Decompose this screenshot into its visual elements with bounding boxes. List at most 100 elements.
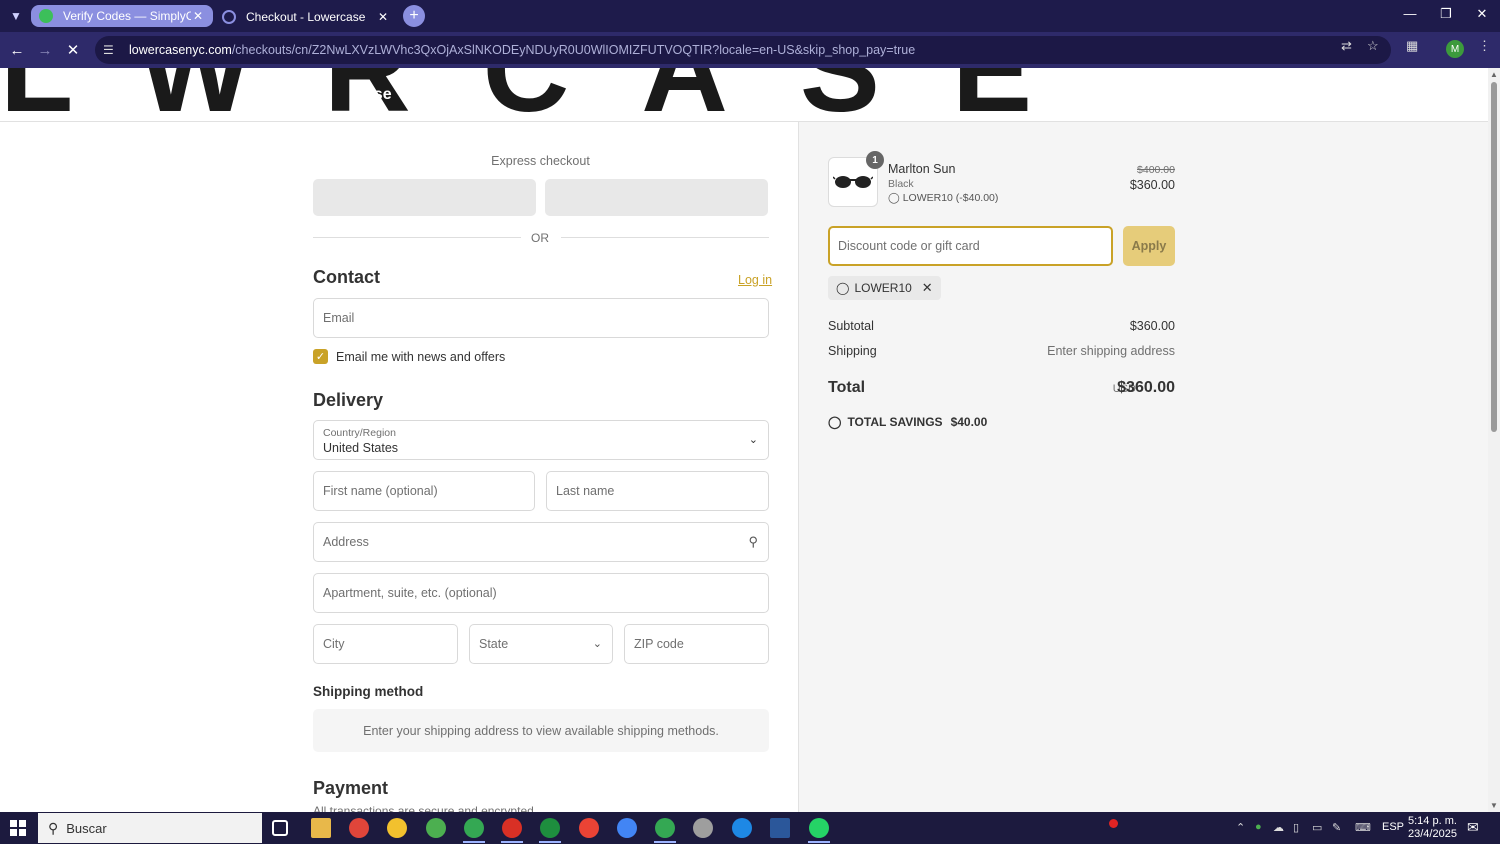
- chrome-profile-icon[interactable]: [617, 818, 637, 838]
- email-field[interactable]: Email: [313, 298, 769, 338]
- profile-avatar[interactable]: M: [1446, 40, 1464, 58]
- site-info-icon[interactable]: ☰: [103, 43, 119, 57]
- last-name-field[interactable]: Last name: [546, 471, 769, 511]
- first-name-field[interactable]: First name (optional): [313, 471, 535, 511]
- zip-field[interactable]: ZIP code: [624, 624, 769, 664]
- new-tab-plus-icon[interactable]: +: [403, 5, 425, 27]
- active-app-indicator: [501, 841, 523, 843]
- notification-center-icon[interactable]: ✉: [1467, 819, 1479, 836]
- chrome-profile-icon[interactable]: [579, 818, 599, 838]
- login-link[interactable]: Log in: [738, 273, 772, 287]
- tray-pen-icon[interactable]: ✎: [1332, 821, 1341, 834]
- forward-arrow-icon[interactable]: →: [35, 40, 55, 60]
- apartment-field[interactable]: Apartment, suite, etc. (optional): [313, 573, 769, 613]
- remove-code-close-icon[interactable]: ✕: [922, 280, 933, 296]
- address-placeholder: Address: [323, 535, 369, 549]
- country-select[interactable]: Country/Region United States ⌄: [313, 420, 769, 460]
- active-app-indicator: [539, 841, 561, 843]
- chrome-profile-icon[interactable]: [426, 818, 446, 838]
- bookmark-star-icon[interactable]: ☆: [1367, 38, 1379, 54]
- tray-app-icon[interactable]: ●: [1255, 821, 1262, 833]
- state-select[interactable]: State ⌄: [469, 624, 613, 664]
- discount-code-input[interactable]: Discount code or gift card: [828, 226, 1113, 266]
- scroll-up-arrow-icon[interactable]: ▲: [1490, 70, 1498, 79]
- price-original: $400.00: [1137, 164, 1175, 176]
- banner-logo-art: LWRCASE: [0, 68, 1104, 121]
- taskbar-search[interactable]: ⚲ Buscar: [38, 813, 262, 843]
- applied-code-chip: ◯ LOWER10 ✕: [828, 276, 941, 300]
- edge-icon[interactable]: [732, 818, 752, 838]
- subtotal-label: Subtotal: [828, 319, 874, 333]
- chrome-profile-icon[interactable]: [655, 818, 675, 838]
- chrome-icon[interactable]: [387, 818, 407, 838]
- savings-value: $40.00: [950, 415, 988, 429]
- newsletter-label: Email me with news and offers: [336, 350, 506, 364]
- taskbar-clock[interactable]: 5:14 p. m. 23/4/2025: [1408, 815, 1457, 841]
- address-field[interactable]: Address ⚲: [313, 522, 769, 562]
- scroll-thumb[interactable]: [1491, 82, 1497, 432]
- state-placeholder: State: [479, 637, 509, 651]
- total-label: Total: [828, 379, 866, 396]
- shipping-label: Shipping: [828, 344, 877, 358]
- city-field[interactable]: City: [313, 624, 458, 664]
- banner-brand-text[interactable]: case: [356, 86, 392, 104]
- extensions-puzzle-icon[interactable]: ▦: [1406, 38, 1418, 54]
- tab-checkout-lowercase[interactable]: Checkout - Lowercase ✕: [214, 4, 398, 30]
- chrome-profile-icon[interactable]: [464, 818, 484, 838]
- chrome-profile-icon[interactable]: [693, 818, 713, 838]
- tab-search-chevron-icon[interactable]: ▼: [6, 6, 26, 26]
- tab-title: Checkout - Lowercase: [246, 10, 366, 24]
- chrome-profile-icon[interactable]: [540, 818, 560, 838]
- newsletter-checkbox[interactable]: ✓: [313, 349, 328, 364]
- active-app-indicator: [808, 841, 830, 843]
- task-view-icon[interactable]: [272, 820, 288, 836]
- tray-keyboard-icon[interactable]: ⌨: [1355, 821, 1371, 834]
- browser-address-bar: ← → ✕ ☰ lowercasenyc.com/checkouts/cn/Z2…: [0, 32, 1500, 68]
- close-icon[interactable]: ✕: [191, 9, 205, 23]
- minimize-icon[interactable]: —: [1400, 6, 1420, 21]
- express-pay-button-1[interactable]: [313, 179, 536, 216]
- shipping-notice: Enter your shipping address to view avai…: [313, 709, 769, 752]
- country-label: Country/Region: [323, 427, 396, 439]
- translate-icon[interactable]: ⇄: [1341, 38, 1352, 54]
- word-icon[interactable]: [770, 818, 790, 838]
- globe-favicon-icon: [222, 10, 236, 24]
- close-icon[interactable]: ✕: [376, 10, 390, 24]
- savings-label: TOTAL SAVINGS: [847, 415, 943, 429]
- payment-subtext: All transactions are secure and encrypte…: [313, 804, 538, 812]
- active-app-indicator: [463, 841, 485, 843]
- search-icon: ⚲: [48, 819, 59, 836]
- scroll-down-arrow-icon[interactable]: ▼: [1490, 801, 1498, 810]
- tray-cloud-icon[interactable]: ☁: [1273, 821, 1284, 834]
- language-indicator[interactable]: ESP: [1382, 821, 1404, 833]
- stop-loading-icon[interactable]: ✕: [63, 40, 83, 60]
- url-path: /checkouts/cn/Z2NwLXVzLWVhc3QxOjAxSlNKOD…: [231, 43, 916, 57]
- windows-taskbar: ⚲ Buscar ⌃ ● ☁ ▯ ▭ ✎ ⌨ ESP 5:14 p. m. 23…: [0, 812, 1500, 844]
- window-close-icon[interactable]: ✕: [1472, 6, 1492, 22]
- tab-simplycodes[interactable]: Verify Codes — SimplyCodes ✕: [31, 5, 213, 27]
- tag-icon: ◯: [888, 192, 900, 204]
- chrome-profile-icon[interactable]: [502, 818, 522, 838]
- file-explorer-icon[interactable]: [311, 818, 331, 838]
- chrome-profile-icon[interactable]: [349, 818, 369, 838]
- delivery-heading: Delivery: [313, 390, 384, 410]
- applied-code-text: LOWER10: [854, 281, 912, 295]
- browser-menu-icon[interactable]: ⋮: [1478, 38, 1491, 54]
- windows-start-icon[interactable]: [10, 820, 26, 836]
- tray-battery-icon[interactable]: ▯: [1293, 821, 1299, 834]
- page-scrollbar[interactable]: ▲ ▼: [1488, 68, 1500, 812]
- product-discount: ◯ LOWER10 (-$40.00): [888, 192, 998, 204]
- whatsapp-icon[interactable]: [809, 818, 829, 838]
- or-divider-label: OR: [531, 231, 549, 245]
- price-final: $360.00: [1129, 178, 1175, 192]
- url-omnibox[interactable]: ☰ lowercasenyc.com/checkouts/cn/Z2NwLXVz…: [95, 36, 1391, 64]
- country-value: United States: [323, 441, 399, 455]
- tray-overflow-chevron-icon[interactable]: ⌃: [1236, 821, 1245, 834]
- tray-display-icon[interactable]: ▭: [1312, 821, 1322, 834]
- express-pay-button-2[interactable]: [545, 179, 768, 216]
- page-viewport: LWRCASE case Express checkout OR Contact…: [0, 68, 1500, 812]
- apply-button[interactable]: Apply: [1123, 226, 1175, 266]
- product-discount-text: LOWER10 (-$40.00): [902, 192, 999, 204]
- back-arrow-icon[interactable]: ←: [7, 40, 27, 60]
- restore-icon[interactable]: ❐: [1436, 6, 1456, 22]
